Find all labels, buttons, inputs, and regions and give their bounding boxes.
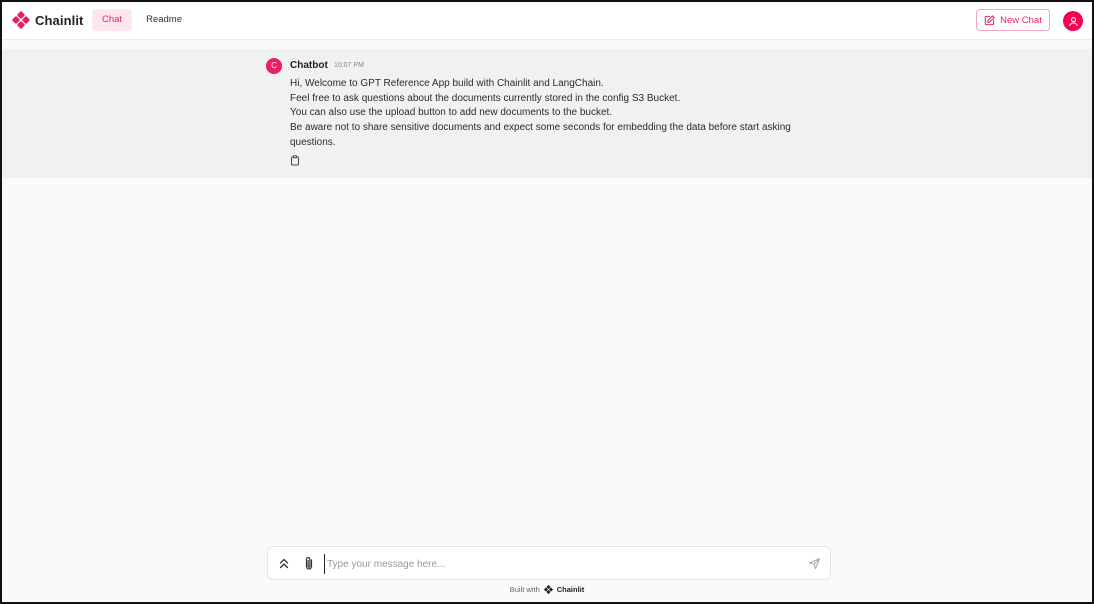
message-line: Be aware not to share sensitive document… <box>290 122 791 134</box>
message-avatar: C <box>266 58 282 74</box>
message-line: questions. <box>290 136 336 148</box>
message-input[interactable] <box>324 554 794 574</box>
new-chat-label: New Chat <box>1000 14 1042 26</box>
message-author: Chatbot <box>290 60 328 71</box>
send-icon <box>808 557 821 570</box>
message-chatbot: C Chatbot 10:07 PM Hi, Welcome to GPT Re… <box>2 49 1092 178</box>
message-line: Hi, Welcome to GPT Reference App build w… <box>290 78 604 89</box>
message-line: Feel free to ask questions about the doc… <box>290 92 681 104</box>
new-chat-button[interactable]: New Chat <box>976 9 1050 31</box>
send-message-button[interactable] <box>808 557 821 575</box>
user-avatar-button[interactable] <box>1063 11 1083 31</box>
chainlit-logo-icon <box>543 585 553 594</box>
footer-brand: Chainlit <box>556 585 585 594</box>
tab-readme[interactable]: Readme <box>136 9 192 31</box>
upload-files-button[interactable] <box>304 556 314 576</box>
footer-watermark[interactable]: Built with Chainlit <box>2 585 1092 594</box>
message-timestamp: 10:07 PM <box>334 62 364 69</box>
edit-icon <box>984 14 995 25</box>
copy-message-button[interactable] <box>290 153 300 171</box>
brand-name: Chainlit <box>35 12 84 28</box>
message-line: You can also use the upload button to ad… <box>290 107 613 119</box>
paperclip-icon <box>305 556 313 570</box>
header: Chainlit Chat Readme New Chat <box>2 2 1092 40</box>
clipboard-icon <box>291 155 299 166</box>
nav-tabs: Chat Readme <box>92 9 192 31</box>
tab-chat[interactable]: Chat <box>92 9 133 31</box>
app-window: Chainlit Chat Readme New Chat C Chatbot … <box>0 0 1094 604</box>
footer-built-with: Built with <box>509 585 540 594</box>
message-content: Hi, Welcome to GPT Reference App build w… <box>290 77 830 151</box>
message-composer <box>267 546 831 580</box>
user-icon <box>1068 16 1078 26</box>
chevron-double-up-icon <box>279 558 289 569</box>
brand[interactable]: Chainlit <box>12 11 83 29</box>
chainlit-logo-icon <box>12 11 30 29</box>
chat-settings-button[interactable] <box>278 557 290 575</box>
